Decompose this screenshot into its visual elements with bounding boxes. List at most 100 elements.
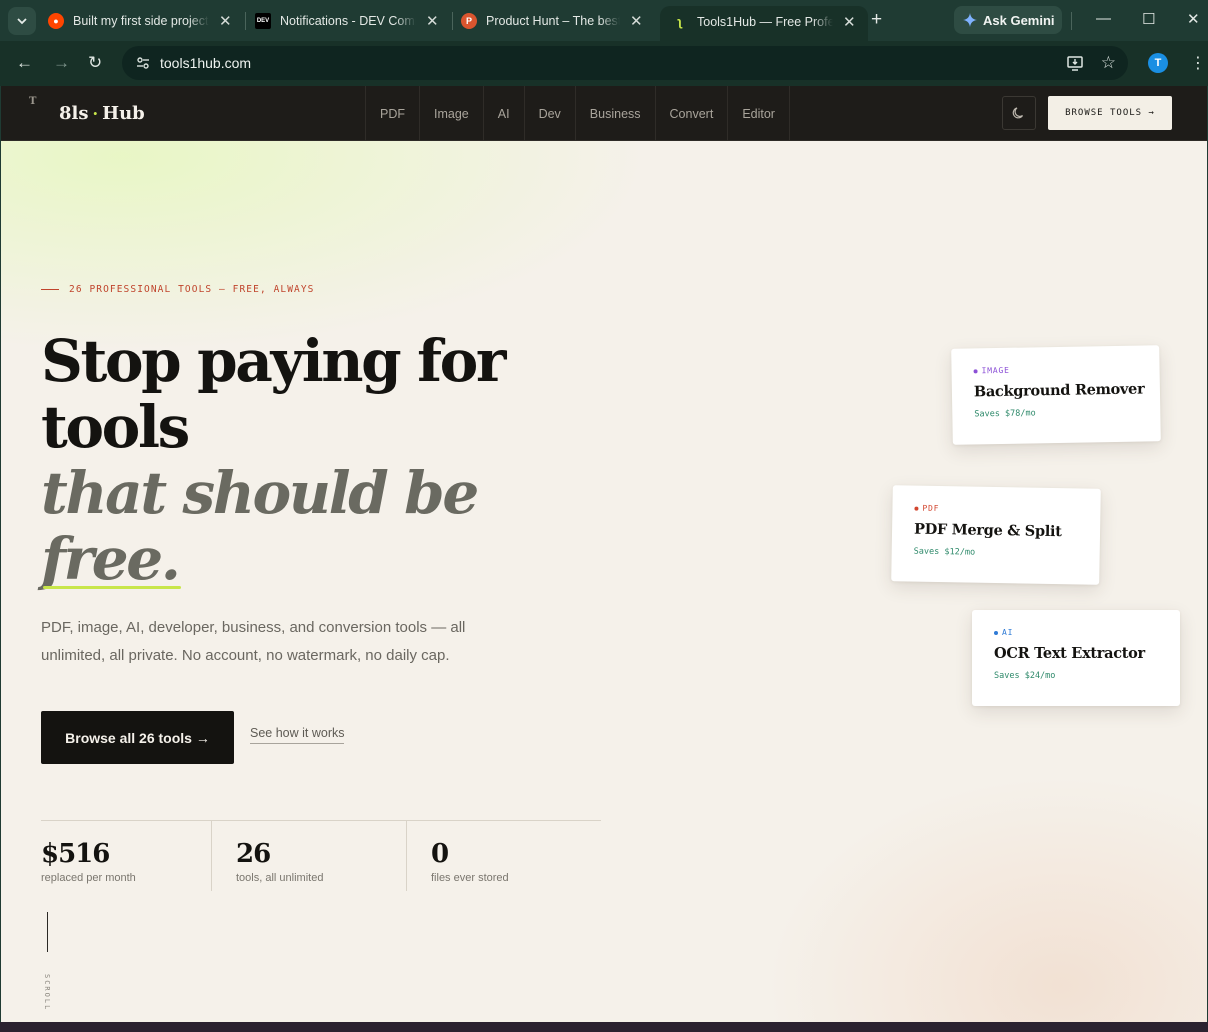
headline-line-1: Stop paying for: [41, 327, 506, 395]
close-icon[interactable]: ✕: [219, 12, 232, 30]
card-savings: Saves $78/mo: [974, 408, 1036, 420]
url-text: tools1hub.com: [160, 55, 252, 71]
theme-toggle-button[interactable]: [1002, 96, 1036, 130]
close-icon[interactable]: ✕: [426, 12, 439, 30]
hero-eyebrow: 26 PROFESSIONAL TOOLS — FREE, ALWAYS: [41, 284, 315, 295]
producthunt-icon: P: [461, 13, 477, 29]
card-category: PDF: [914, 504, 1078, 516]
site-logo[interactable]: T 8ls · Hub: [29, 96, 145, 128]
bookmark-star-icon[interactable]: ☆: [1101, 53, 1116, 73]
nav-item-ai[interactable]: AI: [482, 86, 524, 141]
moon-icon: [1012, 107, 1024, 119]
category-dot-icon: [973, 368, 978, 373]
tab-separator: [452, 12, 453, 30]
back-icon[interactable]: ←: [16, 53, 33, 73]
tool-card-pdf-merge[interactable]: PDF PDF Merge & Split Saves $12/mo: [891, 485, 1101, 585]
tab-producthunt[interactable]: P Product Hunt – The best new products ✕: [461, 6, 643, 36]
tab-title: Notifications - DEV Community: [280, 14, 416, 28]
card-category-label: AI: [1002, 628, 1014, 637]
window-close-icon[interactable]: ✕: [1187, 10, 1200, 28]
stat-value: 0: [431, 839, 449, 869]
stats-row: $516 replaced per month 26 tools, all un…: [41, 820, 601, 891]
stat-item: 0 files ever stored: [407, 821, 601, 891]
os-taskbar: [0, 1022, 1208, 1032]
browser-toolbar: ← → ↻ tools1hub.com ☆ T ⋮: [0, 41, 1208, 86]
nav-item-pdf[interactable]: PDF: [365, 86, 419, 141]
tab-tools1hub[interactable]: ʅ Tools1Hub — Free Professional Tools ✕: [660, 6, 868, 41]
scroll-indicator-line: [47, 912, 48, 952]
tab-title: Product Hunt – The best new products: [486, 14, 620, 28]
category-nav: PDF Image AI Dev Business Convert Editor: [365, 86, 790, 141]
eyebrow-rule: [41, 289, 59, 290]
hero-description: PDF, image, AI, developer, business, and…: [41, 619, 466, 664]
ask-gemini-label: Ask Gemini: [983, 12, 1055, 28]
chevron-down-icon: [17, 18, 27, 25]
eyebrow-text: 26 PROFESSIONAL TOOLS — FREE, ALWAYS: [69, 284, 315, 295]
card-category: IMAGE: [973, 364, 1137, 376]
nav-item-dev[interactable]: Dev: [523, 86, 575, 141]
tab-title: Tools1Hub — Free Professional Tools: [697, 14, 833, 29]
reload-icon[interactable]: ↻: [88, 53, 102, 73]
card-savings: Saves $24/mo: [994, 671, 1056, 681]
minimize-icon[interactable]: —: [1096, 10, 1111, 27]
stat-value: $516: [41, 839, 110, 869]
category-dot-icon: [994, 630, 998, 635]
browse-tools-button[interactable]: BROWSE TOOLS →: [1048, 96, 1172, 130]
card-category-label: PDF: [922, 503, 940, 514]
page-viewport: T 8ls · Hub PDF Image AI Dev Business Co…: [1, 86, 1207, 1022]
headline-line-4: free.: [41, 525, 181, 593]
card-title: Background Remover: [973, 380, 1145, 401]
headline-line-3: that should be: [41, 459, 479, 527]
gemini-icon: [963, 13, 977, 27]
nav-item-image[interactable]: Image: [419, 86, 483, 141]
logo-mark: T: [29, 96, 37, 107]
forward-icon[interactable]: →: [53, 53, 70, 73]
nav-item-convert[interactable]: Convert: [654, 86, 728, 141]
close-icon[interactable]: ✕: [843, 13, 856, 31]
maximize-icon[interactable]: ☐: [1142, 10, 1155, 28]
tab-dev[interactable]: DEV Notifications - DEV Community ✕: [255, 6, 439, 36]
logo-dot-icon: ·: [92, 103, 99, 123]
stat-label: files ever stored: [431, 872, 509, 884]
category-dot-icon: [914, 506, 919, 511]
tab-separator: [245, 12, 246, 30]
nav-item-editor[interactable]: Editor: [727, 86, 790, 141]
card-category-label: IMAGE: [981, 365, 1010, 376]
tab-reddit[interactable]: ● Built my first side project ✕: [48, 6, 232, 36]
site-header: T 8ls · Hub PDF Image AI Dev Business Co…: [1, 86, 1207, 141]
new-tab-button[interactable]: +: [871, 9, 882, 31]
stat-value: 26: [236, 839, 271, 869]
card-savings: Saves $12/mo: [913, 546, 976, 558]
nav-item-business[interactable]: Business: [574, 86, 655, 141]
separator: [1071, 12, 1072, 30]
more-menu-icon[interactable]: ⋮: [1190, 53, 1206, 73]
scroll-indicator-label: SCROLL: [43, 974, 51, 1012]
stat-label: tools, all unlimited: [236, 872, 324, 884]
tab-search-button[interactable]: [8, 7, 36, 35]
logo-text-b: Hub: [102, 102, 145, 124]
close-icon[interactable]: ✕: [630, 12, 643, 30]
stat-item: $516 replaced per month: [41, 821, 212, 891]
tools1hub-icon: ʅ: [677, 14, 683, 29]
tool-card-ocr-extractor[interactable]: AI OCR Text Extractor Saves $24/mo: [972, 610, 1180, 706]
reddit-icon: ●: [48, 13, 64, 29]
install-app-icon[interactable]: [1066, 54, 1084, 72]
tool-card-background-remover[interactable]: IMAGE Background Remover Saves $78/mo: [951, 345, 1161, 445]
profile-avatar[interactable]: T: [1148, 53, 1168, 73]
stat-item: 26 tools, all unlimited: [212, 821, 407, 891]
stat-label: replaced per month: [41, 872, 136, 884]
ask-gemini-button[interactable]: Ask Gemini: [954, 6, 1062, 34]
browse-all-tools-button[interactable]: Browse all 26 tools →: [41, 711, 234, 764]
site-settings-icon[interactable]: [136, 56, 150, 70]
headline-line-2: tools: [41, 393, 190, 461]
card-category: AI: [994, 628, 1158, 637]
card-title: PDF Merge & Split: [913, 520, 1062, 541]
hero-headline: Stop paying for tools that should be fre…: [41, 328, 601, 592]
tab-title: Built my first side project: [73, 14, 209, 28]
logo-text-a: 8ls: [59, 102, 89, 124]
browser-tab-bar: ● Built my first side project ✕ DEV Noti…: [0, 0, 1208, 41]
card-title: OCR Text Extractor: [994, 645, 1145, 662]
see-how-it-works-link[interactable]: See how it works: [250, 726, 345, 744]
dev-icon: DEV: [255, 13, 271, 29]
address-bar[interactable]: tools1hub.com ☆: [122, 46, 1128, 80]
